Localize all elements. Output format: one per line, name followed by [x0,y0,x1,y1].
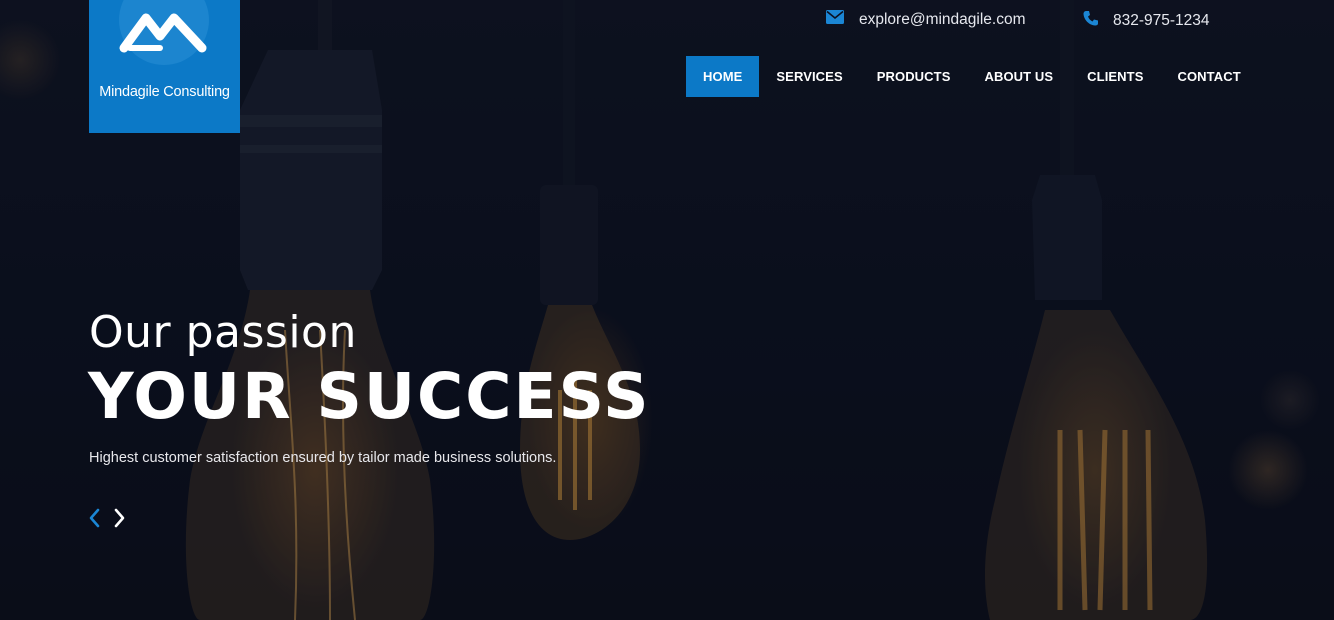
main-nav: HOME SERVICES PRODUCTS ABOUT US CLIENTS … [686,56,1258,97]
hero-headline: YOUR SUCCESS [88,360,651,433]
nav-contact[interactable]: CONTACT [1160,56,1257,97]
hero-banner: Mindagile Consulting explore@mindagile.c… [0,0,1334,620]
envelope-icon [826,10,844,29]
chevron-right-icon[interactable] [113,507,127,529]
brand-logo[interactable]: Mindagile Consulting [89,0,240,133]
email-text[interactable]: explore@mindagile.com [859,11,1026,29]
nav-services[interactable]: SERVICES [759,56,859,97]
nav-about-us[interactable]: ABOUT US [967,56,1070,97]
slider-controls [87,507,127,529]
contact-phone[interactable]: 832-975-1234 [1083,10,1210,31]
chevron-left-icon[interactable] [87,507,101,529]
hero-subtitle: Highest customer satisfaction ensured by… [89,450,557,466]
phone-text[interactable]: 832-975-1234 [1113,12,1210,30]
contact-email[interactable]: explore@mindagile.com [826,10,1026,29]
nav-products[interactable]: PRODUCTS [860,56,968,97]
phone-icon [1083,10,1098,31]
hero-kicker: Our passion [89,307,357,358]
nav-clients[interactable]: CLIENTS [1070,56,1160,97]
brand-name: Mindagile Consulting [99,84,230,100]
mountain-peaks-icon [119,0,209,65]
nav-home[interactable]: HOME [686,56,760,97]
